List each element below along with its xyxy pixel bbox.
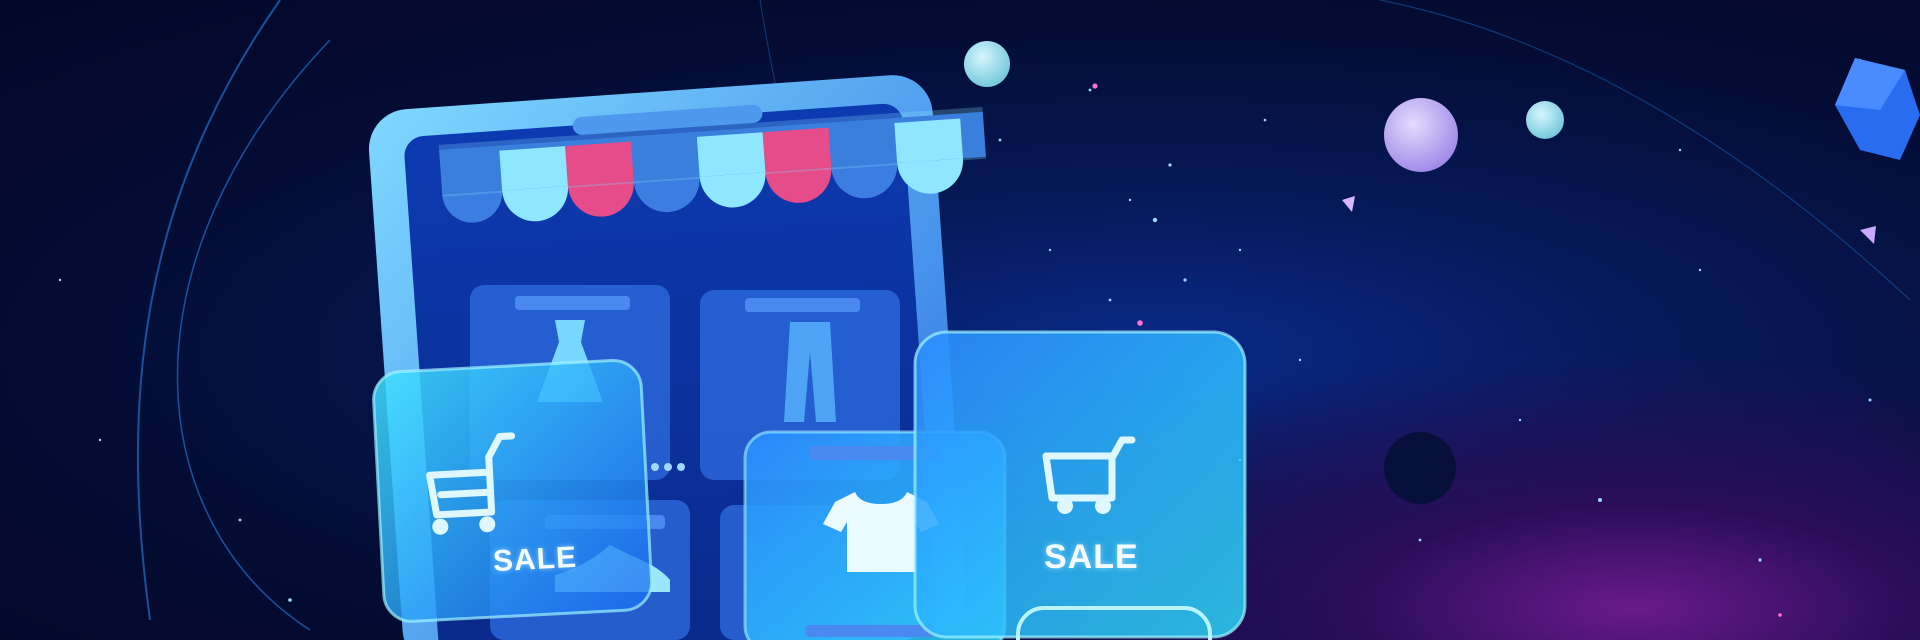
planet-violet <box>1384 98 1458 172</box>
crystal-small <box>1342 196 1355 212</box>
scene-illustration <box>58 0 1920 640</box>
ecommerce-banner: SALE SALE <box>0 0 1920 640</box>
sale-label-right: SALE <box>1044 538 1139 576</box>
sale-card-left <box>372 359 653 623</box>
planet-teal-right <box>1526 101 1564 139</box>
planet-teal-small <box>964 41 1010 87</box>
sale-card-right <box>913 330 1247 640</box>
crystal-small-2 <box>1860 226 1876 244</box>
planet-dark <box>1384 432 1456 504</box>
sale-label-left: SALE <box>492 540 578 579</box>
